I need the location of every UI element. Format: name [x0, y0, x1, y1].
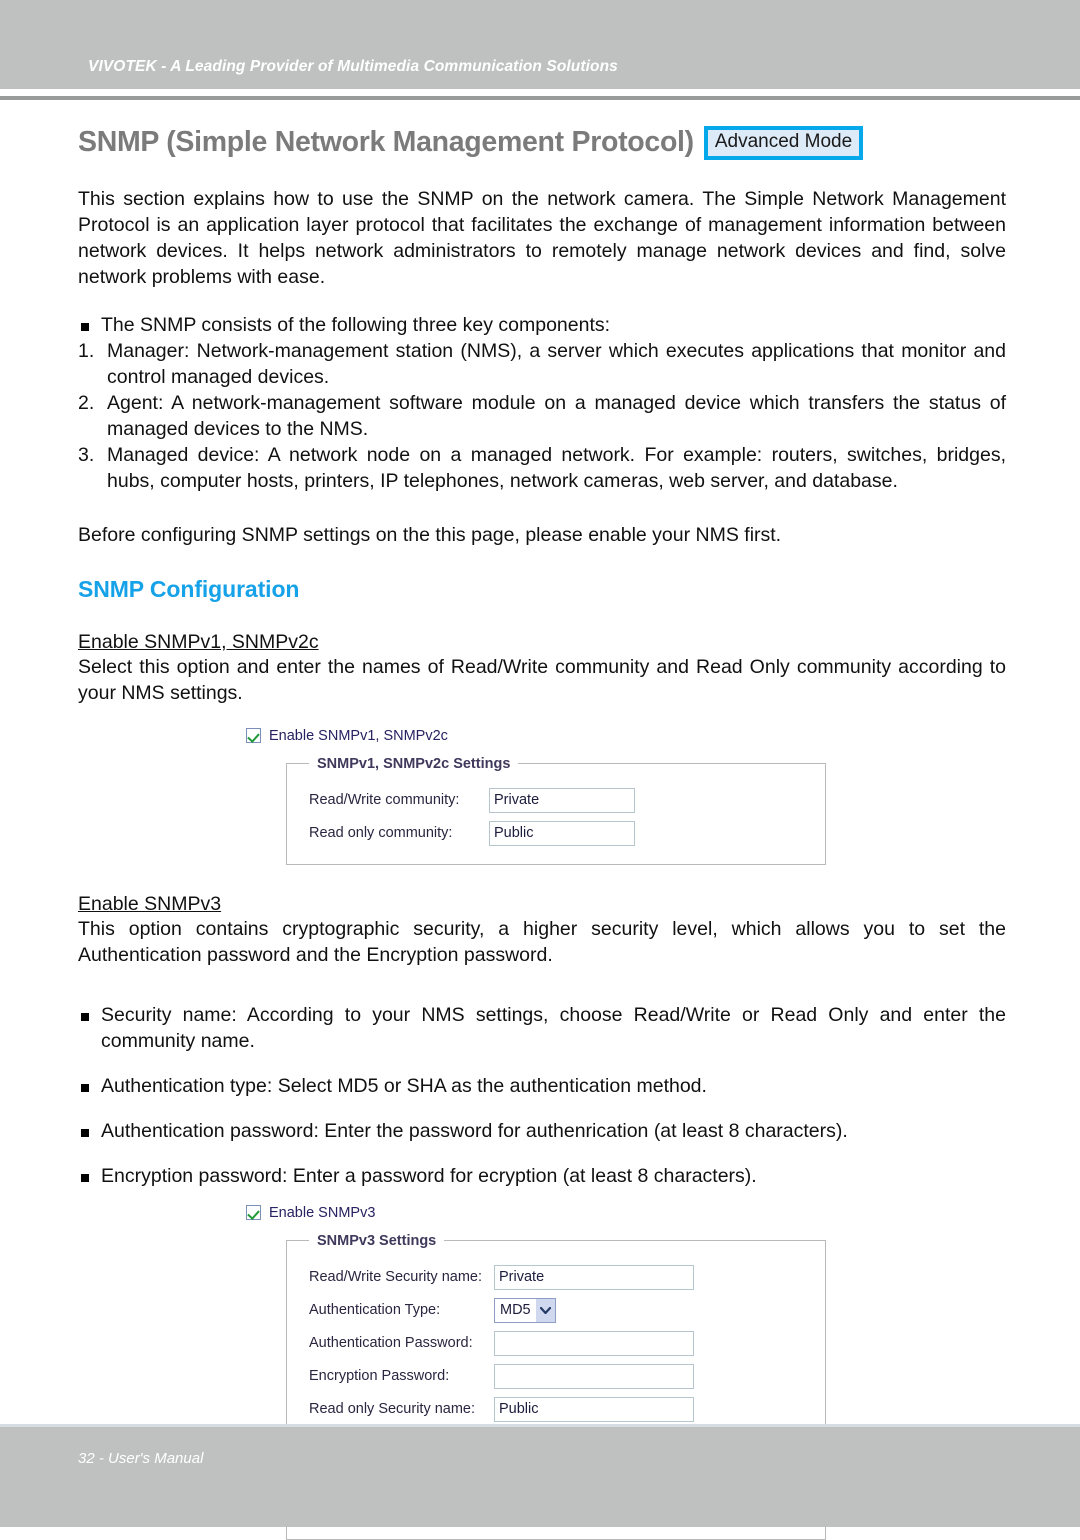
read-only-community-input[interactable]	[489, 820, 635, 846]
read-only-security-name-label: Read only Security name:	[309, 1401, 476, 1418]
subhead-enable-snmpv1-v2c-wrap: Enable SNMPv1, SNMPv2c	[78, 631, 1006, 654]
components-ordered-list: Manager: Network-management station (NMS…	[78, 338, 1006, 494]
components-lead-item: The SNMP consists of the following three…	[78, 312, 1006, 338]
read-write-security-name-input[interactable]	[494, 1264, 694, 1290]
form-row: Read/Write community:	[287, 787, 825, 813]
checkbox-checked-icon[interactable]	[246, 728, 261, 744]
page-header-band: VIVOTEK - A Leading Provider of Multimed…	[0, 0, 1080, 89]
list-item: Agent: A network-management software mod…	[78, 390, 1006, 440]
snmpv1-v2c-settings-legend: SNMPv1, SNMPv2c Settings	[317, 755, 511, 772]
snmpv3-settings-legend: SNMPv3 Settings	[317, 1232, 437, 1249]
form-row: Encryption Password:	[287, 1363, 825, 1389]
snmpv3-bullet-list: Security name: According to your NMS set…	[78, 1002, 1006, 1189]
authentication-type-rw-label: Authentication Type:	[309, 1302, 441, 1319]
snmpv3-description: This option contains cryptographic secur…	[78, 917, 1006, 966]
form-row: Read/Write Security name:	[287, 1264, 825, 1290]
list-item: Authentication password: Enter the passw…	[78, 1118, 1006, 1144]
chevron-down-icon[interactable]	[536, 1298, 555, 1322]
page-footer-band: 32 - User's Manual	[0, 1427, 1080, 1527]
header-divider-rule	[0, 96, 1080, 100]
list-item: Security name: According to your NMS set…	[78, 1002, 1006, 1054]
encryption-password-rw-label: Encryption Password:	[309, 1368, 450, 1385]
enable-snmpv1-v2c-checkbox-label: Enable SNMPv1, SNMPv2c	[269, 727, 448, 744]
form-row: Read only Security name:	[287, 1396, 825, 1422]
list-item: Encryption password: Enter a password fo…	[78, 1163, 1006, 1189]
read-only-security-name-input[interactable]	[494, 1396, 694, 1422]
authentication-type-rw-select[interactable]: MD5	[494, 1297, 556, 1323]
page-title: SNMP (Simple Network Management Protocol…	[78, 126, 694, 159]
read-write-security-name-label: Read/Write Security name:	[309, 1269, 482, 1286]
authentication-password-rw-input[interactable]	[494, 1330, 694, 1356]
enable-snmpv3-checkbox-row[interactable]: Enable SNMPv3	[246, 1205, 1006, 1221]
read-write-community-input[interactable]	[489, 787, 635, 813]
intro-paragraph: This section explains how to use the SNM…	[78, 187, 1006, 288]
snmpv1-v2c-settings-fieldset: SNMPv1, SNMPv2c Settings Read/Write comm…	[286, 755, 826, 865]
encryption-password-rw-input[interactable]	[494, 1363, 694, 1389]
pre-config-note: Before configuring SNMP settings on the …	[78, 523, 782, 546]
subhead-enable-snmpv3-wrap: Enable SNMPv3	[78, 893, 1006, 916]
authentication-password-rw-label: Authentication Password:	[309, 1335, 473, 1352]
page-title-row: SNMP (Simple Network Management Protocol…	[78, 126, 1006, 160]
authentication-type-rw-value: MD5	[500, 1302, 531, 1319]
advanced-mode-badge: Advanced Mode	[703, 126, 864, 160]
section-heading-snmp-configuration: SNMP Configuration	[78, 575, 300, 602]
enable-snmpv3-checkbox-label: Enable SNMPv3	[269, 1204, 376, 1221]
header-tagline: VIVOTEK - A Leading Provider of Multimed…	[88, 58, 618, 75]
list-item: Authentication type: Select MD5 or SHA a…	[78, 1073, 1006, 1099]
snmpv1-v2c-description: Select this option and enter the names o…	[78, 655, 1006, 704]
read-write-community-label: Read/Write community:	[309, 792, 460, 809]
page-content: SNMP (Simple Network Management Protocol…	[78, 126, 1006, 1540]
enable-snmpv1-v2c-checkbox-row[interactable]: Enable SNMPv1, SNMPv2c	[246, 728, 1006, 744]
read-only-community-label: Read only community:	[309, 825, 453, 842]
footer-page-label: 32 - User's Manual	[78, 1450, 204, 1467]
form-row: Authentication Type: MD5	[287, 1297, 825, 1323]
checkbox-checked-icon[interactable]	[246, 1205, 261, 1221]
list-item: Manager: Network-management station (NMS…	[78, 338, 1006, 388]
form-row: Authentication Password:	[287, 1330, 825, 1356]
subhead-enable-snmpv3: Enable SNMPv3	[78, 892, 222, 915]
figure-snmpv1-v2c-settings: Enable SNMPv1, SNMPv2c SNMPv1, SNMPv2c S…	[78, 728, 1006, 865]
components-lead-list: The SNMP consists of the following three…	[78, 312, 1006, 338]
subhead-enable-snmpv1-v2c: Enable SNMPv1, SNMPv2c	[78, 630, 319, 653]
list-item: Managed device: A network node on a mana…	[78, 442, 1006, 492]
form-row: Read only community:	[287, 820, 825, 846]
